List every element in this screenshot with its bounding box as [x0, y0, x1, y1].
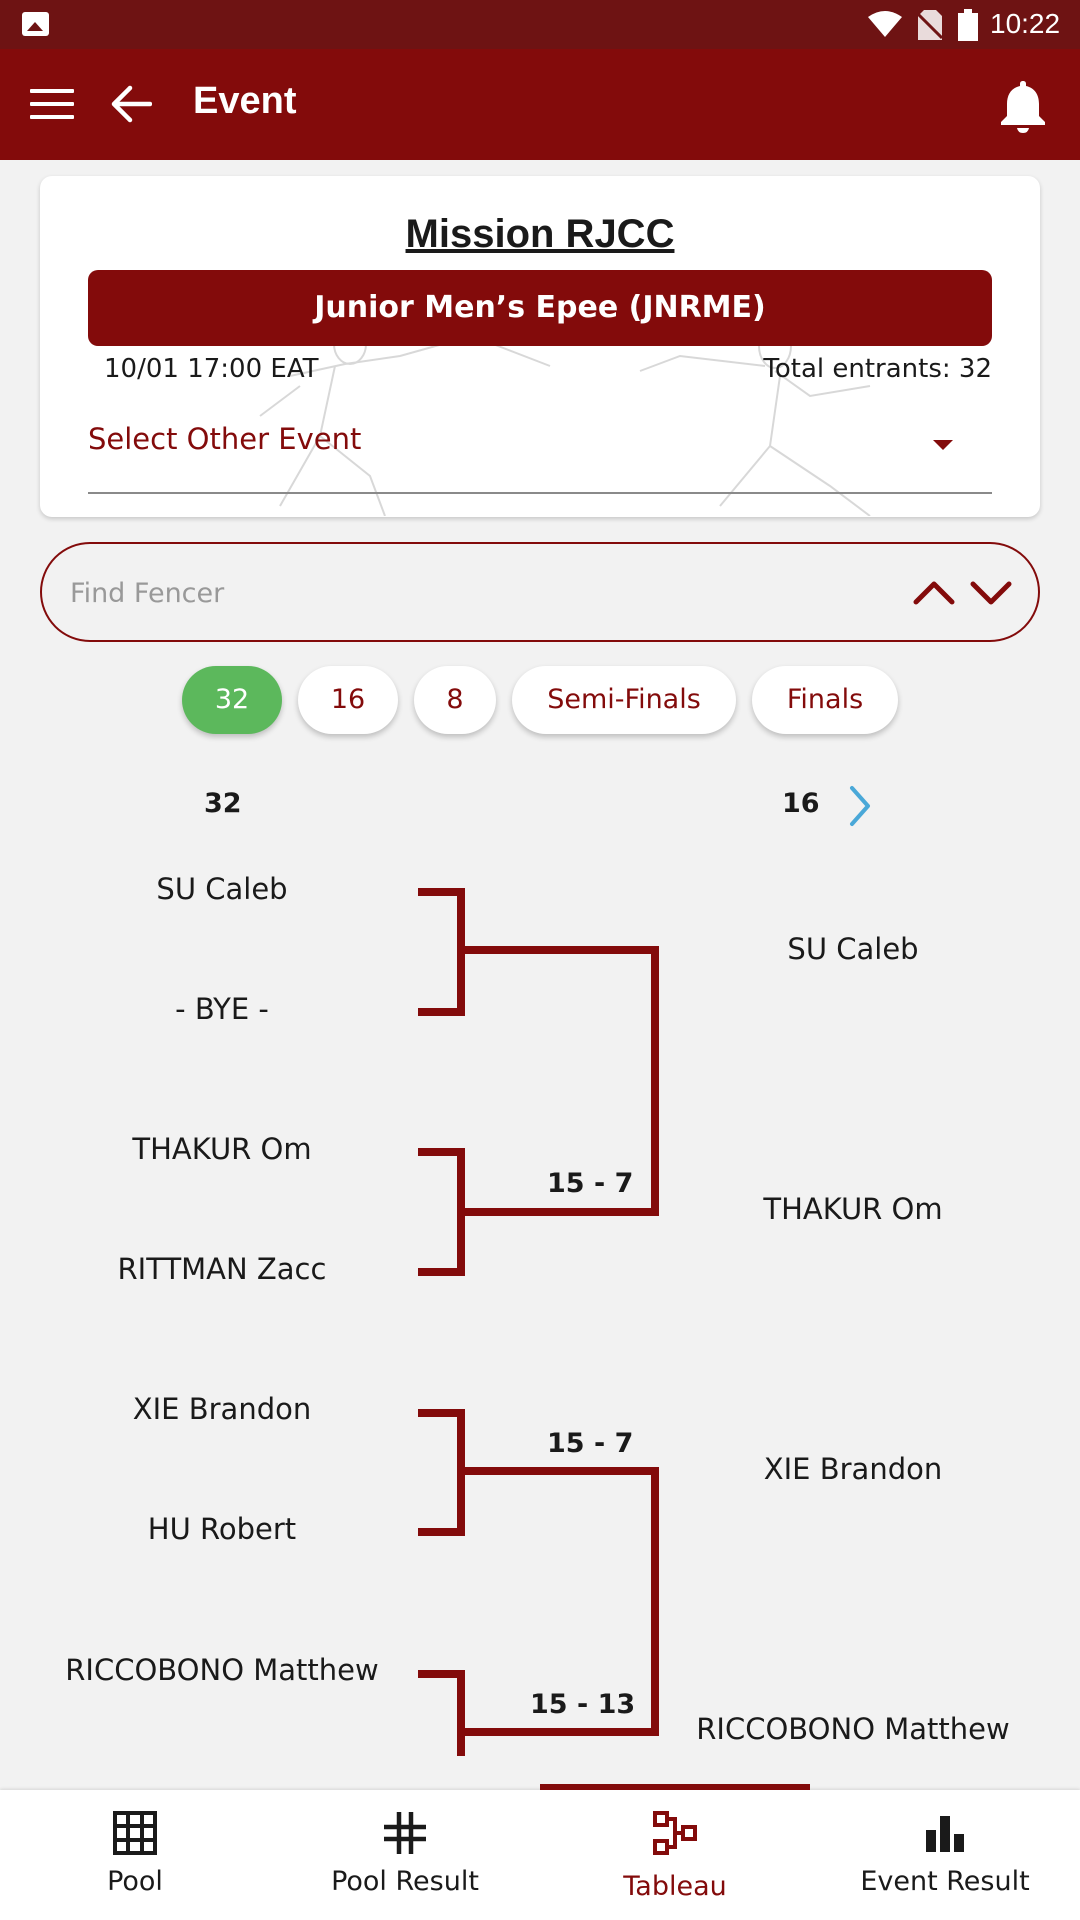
nav-tableau[interactable]: Tableau — [540, 1784, 810, 1920]
fencer-entry[interactable]: RICCOBONO Matthew — [22, 1653, 422, 1687]
nav-event-result-label: Event Result — [860, 1866, 1030, 1897]
bout-score: 15 - 7 — [547, 1168, 634, 1199]
advancing-fencer[interactable]: SU Caleb — [643, 932, 1063, 966]
hash-icon — [384, 1812, 426, 1854]
nav-tableau-label: Tableau — [623, 1871, 727, 1902]
fencer-entry[interactable]: SU Caleb — [22, 872, 422, 906]
advancing-fencer[interactable]: XIE Brandon — [643, 1452, 1063, 1486]
bout-score: 15 - 13 — [530, 1689, 636, 1720]
advancing-fencer[interactable]: THAKUR Om — [643, 1192, 1063, 1226]
nav-event-result[interactable]: Event Result — [810, 1790, 1080, 1920]
fencer-entry[interactable]: THAKUR Om — [22, 1132, 422, 1166]
fencer-entry[interactable]: XIE Brandon — [22, 1392, 422, 1426]
fencer-entry[interactable]: RITTMAN Zacc — [22, 1252, 422, 1286]
nav-pool-label: Pool — [107, 1866, 163, 1897]
bout-score: 15 - 7 — [547, 1428, 634, 1459]
tableau-icon — [653, 1811, 697, 1855]
bottom-navigation: Pool Pool Result Tableau Event Result — [0, 1784, 1080, 1920]
bar-chart-icon — [926, 1816, 964, 1852]
nav-pool-result[interactable]: Pool Result — [270, 1790, 540, 1920]
fencer-entry[interactable]: HU Robert — [22, 1512, 422, 1546]
nav-pool[interactable]: Pool — [0, 1790, 270, 1920]
nav-pool-result-label: Pool Result — [331, 1866, 479, 1897]
fencer-entry: - BYE - — [175, 992, 269, 1026]
grid-icon — [113, 1811, 157, 1855]
advancing-fencer[interactable]: RICCOBONO Matthew — [643, 1712, 1063, 1746]
nav-active-indicator — [540, 1784, 810, 1790]
